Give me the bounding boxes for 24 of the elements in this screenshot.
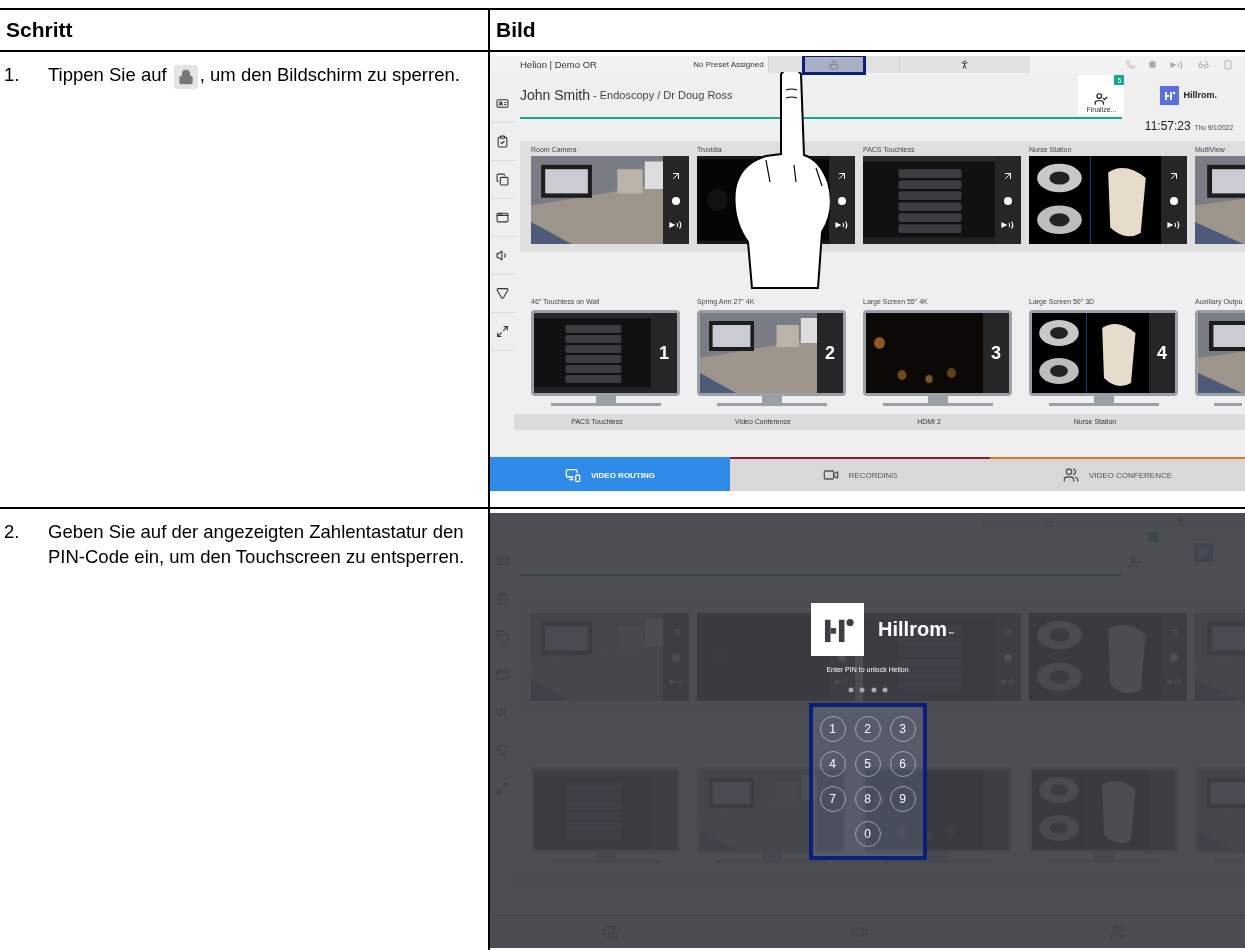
brand-name: Hillrom.: [1183, 90, 1217, 100]
room-name: Helion | Demo OR: [520, 59, 597, 70]
mode-tab[interactable]: RECORDING: [730, 457, 990, 491]
step-number: 2.: [4, 520, 21, 544]
procedure-text: - Endoscopy / Dr Doug Ross: [593, 89, 733, 101]
instruction-text: Tippen Sie auf: [48, 64, 167, 85]
display-number: 2: [825, 342, 835, 364]
monitor[interactable]: 2: [697, 310, 846, 396]
display-number: 4: [1157, 342, 1167, 364]
monitor[interactable]: 1: [531, 310, 680, 396]
monitor[interactable]: 4: [1029, 310, 1178, 396]
clock-time: 11:57:23: [1144, 119, 1191, 133]
display-number: 3: [991, 342, 1001, 364]
instruction-text: Geben Sie auf der angezeigten Zahlentastatur den PIN-Code ein, um den Touchscreen zu entsperren.: [48, 520, 466, 569]
column-header: Schritt: [5, 17, 74, 43]
step-number: 1.: [4, 63, 21, 87]
patient-name: John Smith: [520, 87, 591, 103]
display-number: 1: [659, 342, 669, 364]
column-header: Bild: [488, 10, 1245, 50]
instruction-text: , um den Bildschirm zu sperren.: [199, 64, 460, 85]
mode-tab[interactable]: VIDEO ROUTING: [490, 457, 730, 491]
mode-tab[interactable]: VIDEO CONFERENCE: [990, 457, 1245, 491]
preset-status: No Preset Assigned: [693, 60, 764, 69]
monitor[interactable]: 3: [863, 310, 1012, 396]
